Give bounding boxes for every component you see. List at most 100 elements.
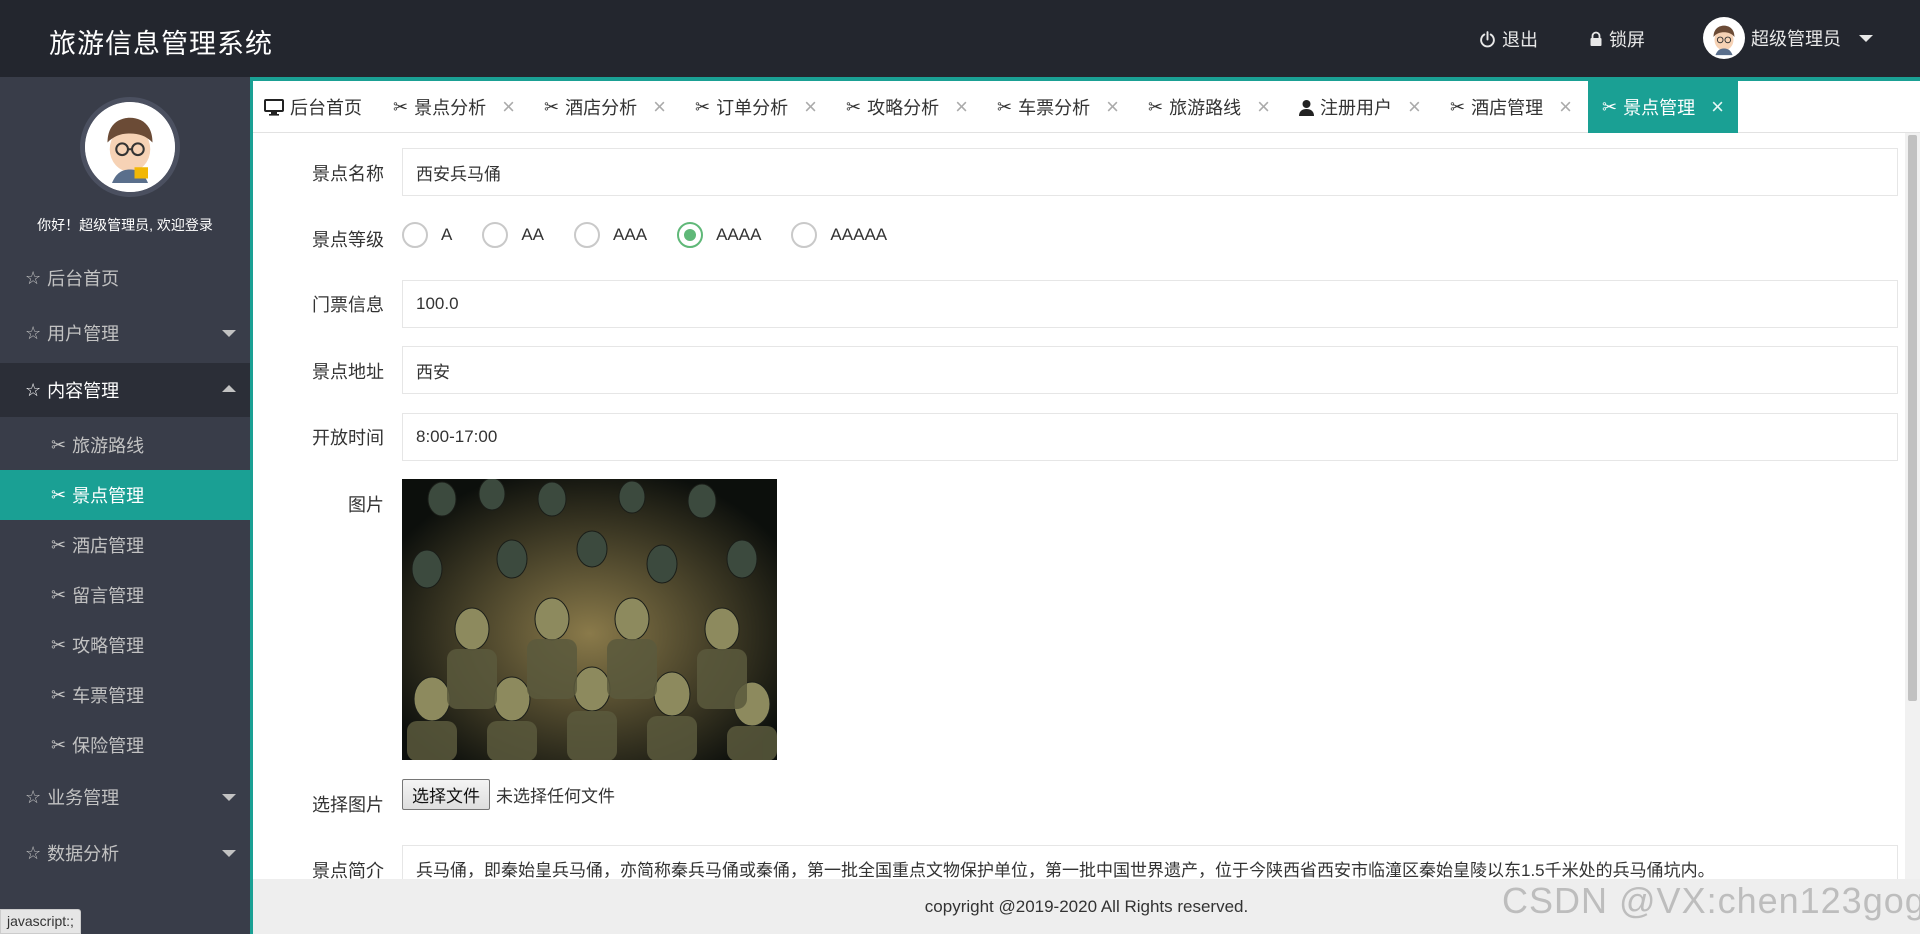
address-input[interactable]: 西安 <box>402 346 1898 394</box>
welcome-text: 你好！超级管理员, 欢迎登录 <box>37 217 213 233</box>
radio-label: AAAA <box>716 225 762 244</box>
level-radio-a[interactable]: A <box>402 222 452 248</box>
top-header: 旅游信息管理系统 退出 锁屏 超级管理员 <box>0 0 1920 77</box>
nav-group-home[interactable]: ☆ 后台首页 <box>0 251 250 305</box>
logout-label: 退出 <box>1502 30 1538 50</box>
sidebar-item-attractions[interactable]: ✂ 景点管理 <box>0 470 250 520</box>
intro-textarea[interactable]: 兵马俑，即秦始皇兵马俑，亦简称秦兵马俑或秦俑，第一批全国重点文物保护单位，第一批… <box>402 845 1898 879</box>
close-icon[interactable]: × <box>502 94 515 120</box>
tab-hotel-management[interactable]: ✂ 酒店管理 × <box>1450 81 1572 133</box>
star-outline-icon: ☆ <box>25 322 42 343</box>
chevron-up-icon <box>222 385 236 392</box>
star-outline-icon: ☆ <box>25 379 42 400</box>
lock-icon <box>1589 31 1603 47</box>
chevron-down-icon <box>222 850 236 857</box>
attraction-image-preview <box>402 479 777 760</box>
chevron-down-icon <box>1859 34 1873 42</box>
content-scrollbar[interactable] <box>1905 133 1920 879</box>
sidebar-item-messages[interactable]: ✂ 留言管理 <box>0 570 250 620</box>
sidebar-item-travel-routes[interactable]: ✂ 旅游路线 <box>0 420 250 470</box>
nav-group-content-management[interactable]: ☆ 内容管理 <box>0 363 250 417</box>
nav-group-data-analysis[interactable]: ☆ 数据分析 <box>0 826 250 880</box>
file-status-text: 未选择任何文件 <box>496 787 615 806</box>
close-icon[interactable]: × <box>1257 94 1270 120</box>
close-icon[interactable]: × <box>955 94 968 120</box>
close-icon[interactable]: × <box>1408 94 1421 120</box>
tools-icon: ✂ <box>1602 96 1618 117</box>
radio-label: AA <box>521 225 545 244</box>
level-radio-aa[interactable]: AA <box>482 222 544 248</box>
lock-screen-button[interactable]: 锁屏 <box>1589 26 1645 52</box>
sidebar-item-tickets[interactable]: ✂ 车票管理 <box>0 670 250 720</box>
radio-label: AAA <box>613 225 648 244</box>
tab-registered-users[interactable]: 注册用户 × <box>1299 81 1421 133</box>
tools-icon: ✂ <box>1148 96 1164 117</box>
close-icon[interactable]: × <box>653 94 666 120</box>
tab-label: 景点分析 <box>414 98 487 118</box>
tab-home[interactable]: 后台首页 <box>264 81 362 133</box>
nav-group-label: 内容管理 <box>47 381 120 401</box>
tab-hotel-analysis[interactable]: ✂ 酒店分析 × <box>544 81 666 133</box>
tools-icon: ✂ <box>51 534 67 555</box>
tab-label: 攻略分析 <box>867 98 940 118</box>
sidebar-item-hotels[interactable]: ✂ 酒店管理 <box>0 520 250 570</box>
choose-image-label: 选择图片 <box>312 795 384 815</box>
intro-label: 景点简介 <box>312 861 384 879</box>
tab-attraction-management[interactable]: ✂ 景点管理 × <box>1588 81 1738 133</box>
radio-label: AAAAA <box>830 225 888 244</box>
sidebar-item-label: 保险管理 <box>72 736 145 756</box>
tab-label: 后台首页 <box>290 98 362 118</box>
tab-ticket-analysis[interactable]: ✂ 车票分析 × <box>997 81 1119 133</box>
level-radio-aaa[interactable]: AAA <box>574 222 647 248</box>
name-input[interactable]: 西安兵马俑 <box>402 148 1898 196</box>
tab-order-analysis[interactable]: ✂ 订单分析 × <box>695 81 817 133</box>
logout-button[interactable]: 退出 <box>1479 26 1538 52</box>
nav-group-label: 后台首页 <box>47 269 120 289</box>
hours-input[interactable]: 8:00-17:00 <box>402 413 1898 461</box>
watermark: CSDN @VX:chen123gogo <box>1502 880 1920 921</box>
ticket-label: 门票信息 <box>312 295 384 315</box>
tools-icon: ✂ <box>997 96 1013 117</box>
tools-icon: ✂ <box>51 484 67 505</box>
ticket-input[interactable]: 100.0 <box>402 280 1898 328</box>
sidebar-item-insurance[interactable]: ✂ 保险管理 <box>0 720 250 770</box>
attraction-edit-form: 景点名称 西安兵马俑 景点等级 A AA AAA AAAA AAAAA 门票信息… <box>253 133 1905 879</box>
tab-attraction-analysis[interactable]: ✂ 景点分析 × <box>393 81 515 133</box>
star-outline-icon: ☆ <box>25 786 42 807</box>
nav-group-business-management[interactable]: ☆ 业务管理 <box>0 770 250 824</box>
tab-label: 车票分析 <box>1018 98 1091 118</box>
sidebar: 你好！超级管理员, 欢迎登录 ☆ 后台首页 ☆ 用户管理 ☆ 内容管理 ✂ 旅游… <box>0 77 250 934</box>
tab-travel-routes[interactable]: ✂ 旅游路线 × <box>1148 81 1270 133</box>
nav-group-label: 业务管理 <box>47 788 120 808</box>
star-outline-icon: ☆ <box>25 842 42 863</box>
close-icon[interactable]: × <box>1711 94 1724 120</box>
tab-label: 景点管理 <box>1623 98 1696 118</box>
radio-circle <box>402 222 428 248</box>
sidebar-item-guides[interactable]: ✂ 攻略管理 <box>0 620 250 670</box>
sidebar-item-label: 旅游路线 <box>72 436 145 456</box>
star-outline-icon: ☆ <box>25 267 42 288</box>
tools-icon: ✂ <box>51 584 67 605</box>
radio-circle <box>791 222 818 248</box>
user-icon <box>1299 99 1314 116</box>
tools-icon: ✂ <box>51 634 67 655</box>
close-icon[interactable]: × <box>804 94 817 120</box>
tab-label: 酒店分析 <box>565 98 638 118</box>
level-radio-aaaaa[interactable]: AAAAA <box>791 222 887 248</box>
choose-file-button[interactable]: 选择文件 <box>402 779 490 810</box>
tools-icon: ✂ <box>51 734 67 755</box>
avatar <box>1703 17 1745 59</box>
tab-guide-analysis[interactable]: ✂ 攻略分析 × <box>846 81 968 133</box>
status-bar-link-tip: javascript:; <box>0 909 81 934</box>
power-icon <box>1479 30 1496 48</box>
scroll-thumb[interactable] <box>1908 135 1917 701</box>
close-icon[interactable]: × <box>1106 94 1119 120</box>
sidebar-avatar <box>80 97 180 197</box>
nav-group-user-management[interactable]: ☆ 用户管理 <box>0 306 250 360</box>
name-label: 景点名称 <box>312 164 384 184</box>
address-label: 景点地址 <box>312 362 384 382</box>
level-radio-aaaa[interactable]: AAAA <box>677 222 761 248</box>
radio-circle <box>677 222 704 248</box>
user-menu[interactable]: 超级管理员 <box>1703 17 1873 59</box>
close-icon[interactable]: × <box>1559 94 1572 120</box>
